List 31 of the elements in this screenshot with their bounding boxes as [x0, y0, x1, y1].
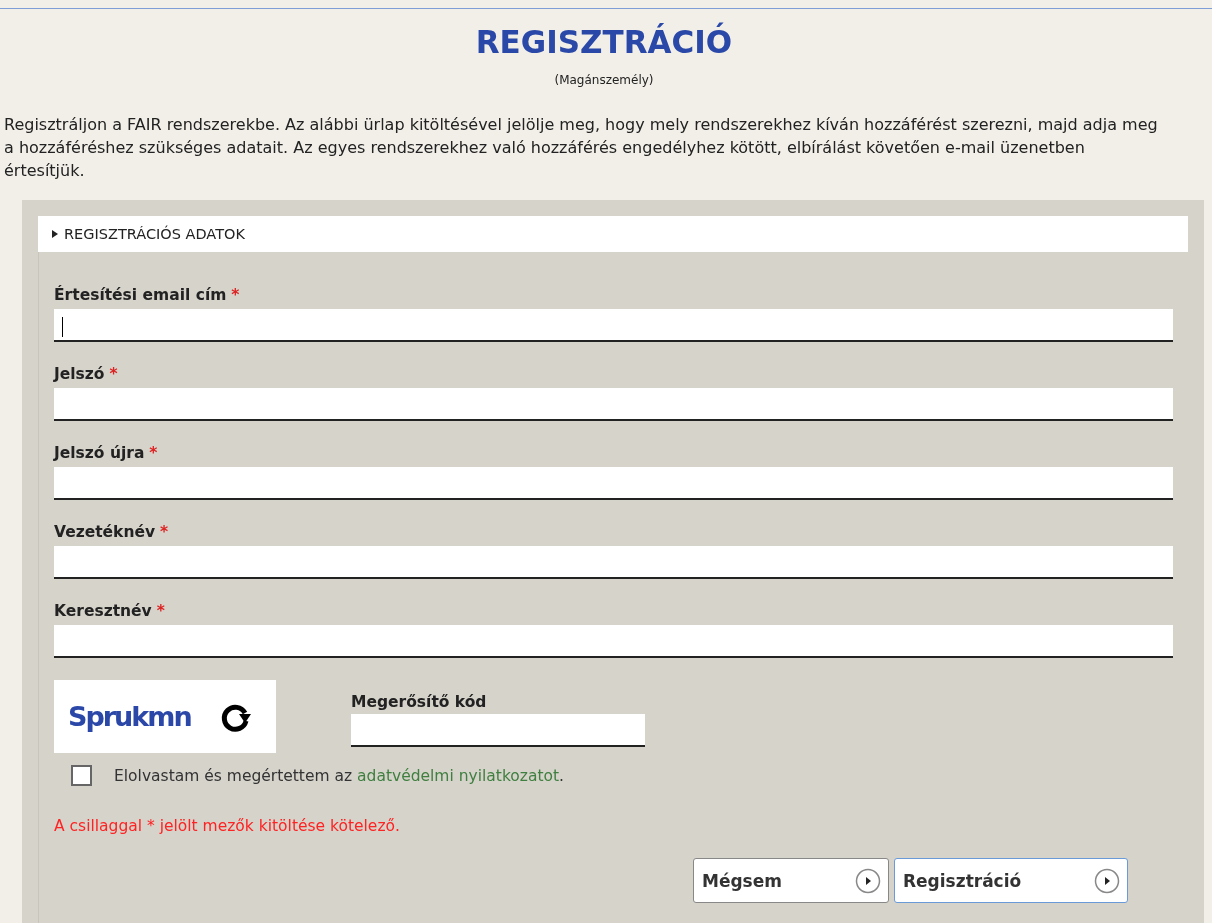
- required-mark: *: [231, 285, 240, 305]
- form-button[interactable]: Regisztráció: [894, 858, 1128, 903]
- input-field[interactable]: [54, 309, 1173, 342]
- consent-text: Elolvastam és megértettem az adatvédelmi nyilatkozatot.: [114, 766, 564, 785]
- required-note: A csillaggal * jelölt mezők kitöltése kötelező.: [54, 816, 401, 836]
- form-button[interactable]: Mégsem: [693, 858, 889, 903]
- arrow-circle-icon: [1094, 867, 1120, 894]
- field-label: Vezetéknév: [54, 522, 156, 542]
- field-label: Jelszó újra: [54, 443, 145, 463]
- caret-icon: [52, 230, 58, 238]
- input-field[interactable]: [54, 467, 1173, 500]
- input-field[interactable]: [54, 546, 1173, 579]
- page-subtitle: (Magánszemély): [553, 73, 655, 87]
- field-label: Keresztnév: [54, 601, 152, 621]
- required-mark: *: [109, 364, 118, 384]
- field-label: Jelszó: [54, 364, 105, 384]
- required-mark: *: [160, 522, 169, 542]
- arrow-circle-icon: [855, 867, 881, 894]
- page-title: REGISZTRÁCIÓ: [474, 22, 734, 60]
- input-field[interactable]: [54, 388, 1173, 421]
- section-title: REGISZTRÁCIÓS ADATOK: [64, 226, 245, 242]
- required-mark: *: [149, 443, 158, 463]
- input-field[interactable]: [351, 714, 645, 747]
- required-mark: *: [156, 601, 165, 621]
- captcha-code: Sprukmn: [68, 701, 191, 732]
- checkbox[interactable]: [71, 765, 92, 786]
- intro-text: Regisztráljon a FAIR rendszerekbe. Az alábbi ürlap kitöltésével jelölje meg, hogy mely rendszerekhez kíván hozzáférést szerezni, majd adja meg a hozzáféréshez szükséges adatait. Az egyes rendszerekhez való hozzáférés engedélyhez kötött, elbírálást követően e-mail üzenetben értesítjük.: [4, 114, 1159, 182]
- section-header[interactable]: REGISZTRÁCIÓS ADATOK: [38, 216, 1188, 252]
- field-label: Értesítési email cím: [54, 285, 227, 305]
- field-label: Megerősítő kód: [351, 693, 488, 711]
- input-field[interactable]: [54, 625, 1173, 658]
